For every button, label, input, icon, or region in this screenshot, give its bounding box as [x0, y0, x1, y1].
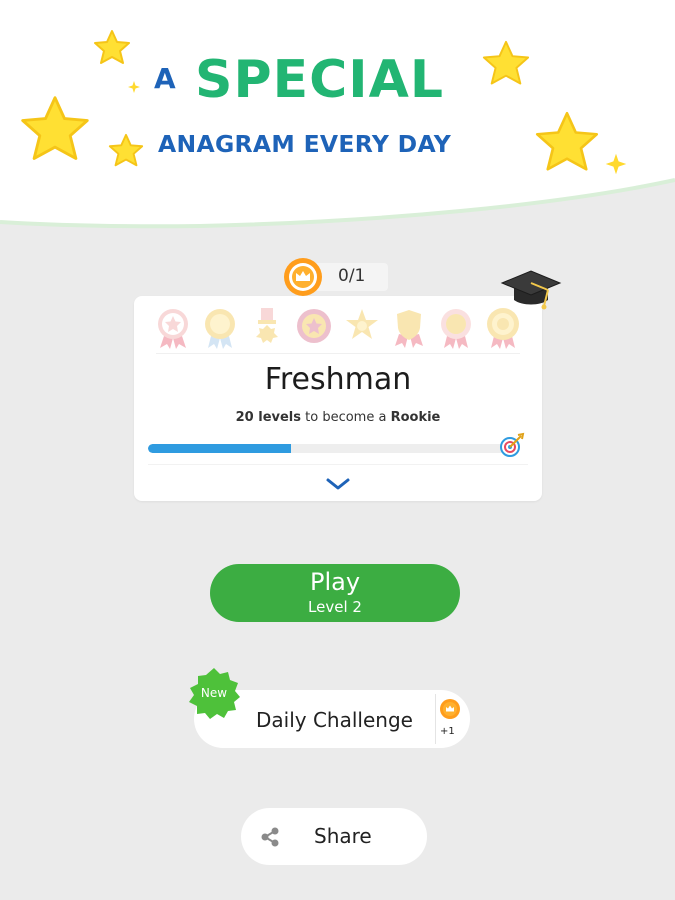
play-button[interactable]: Play Level 2: [210, 564, 460, 622]
medals-row: [154, 306, 522, 350]
star-icon: [108, 133, 144, 167]
sparkle-icon: [605, 153, 627, 175]
daily-challenge-label: Daily Challenge: [256, 708, 413, 732]
rank-subtitle: 20 levels to become a Rookie: [134, 410, 542, 425]
medal-shield-icon: [394, 310, 423, 348]
medal-star-pink-icon: [158, 309, 188, 349]
card-divider: [156, 353, 520, 354]
share-icon: [261, 827, 279, 847]
crown-count: 0/1: [338, 266, 366, 286]
card-divider: [148, 464, 528, 465]
star-icon: [535, 111, 599, 171]
promo-banner: A SPECIAL ANAGRAM EVERY DAY: [0, 0, 675, 235]
target-icon: [500, 432, 525, 457]
next-rank: Rookie: [390, 410, 441, 425]
graduation-cap-icon: [500, 270, 562, 310]
play-label: Play: [309, 568, 361, 596]
sparkle-icon: [128, 81, 140, 93]
headline-special: SPECIAL: [195, 50, 444, 110]
medal-red-star-icon: [297, 309, 332, 343]
star-icon: [21, 96, 89, 160]
new-badge: New: [186, 666, 242, 722]
medal-gold-sun-icon: [486, 308, 519, 349]
headline-a: A: [154, 62, 177, 95]
rank-progress-bar: [148, 444, 506, 453]
medal-ribbon-cross-icon: [256, 308, 279, 343]
share-button[interactable]: Share: [241, 808, 427, 865]
crown-coin-icon: [440, 699, 460, 719]
to-become-text: to become a: [305, 410, 387, 425]
daily-reward-divider: [435, 694, 436, 744]
crown-counter: 0/1: [282, 256, 388, 296]
star-icon: [94, 30, 130, 64]
play-level-label: Level 2: [308, 598, 362, 616]
daily-reward-count: +1: [440, 726, 455, 737]
levels-needed: 20 levels: [235, 410, 301, 425]
medal-pink-round-icon: [440, 309, 471, 349]
crown-coin-icon: [284, 258, 322, 296]
rank-title: Freshman: [264, 362, 412, 397]
new-badge-label: New: [200, 686, 228, 700]
chevron-down-icon[interactable]: [318, 474, 358, 494]
share-label: Share: [314, 824, 372, 848]
headline-subtitle: ANAGRAM EVERY DAY: [158, 130, 452, 158]
medal-sheriff-star-icon: [345, 309, 378, 339]
medal-gold-round-icon: [205, 309, 236, 349]
rank-progress-card: Freshman 20 levels to become a Rookie: [134, 296, 542, 501]
star-icon: [482, 40, 530, 85]
rank-progress-fill: [148, 444, 292, 453]
